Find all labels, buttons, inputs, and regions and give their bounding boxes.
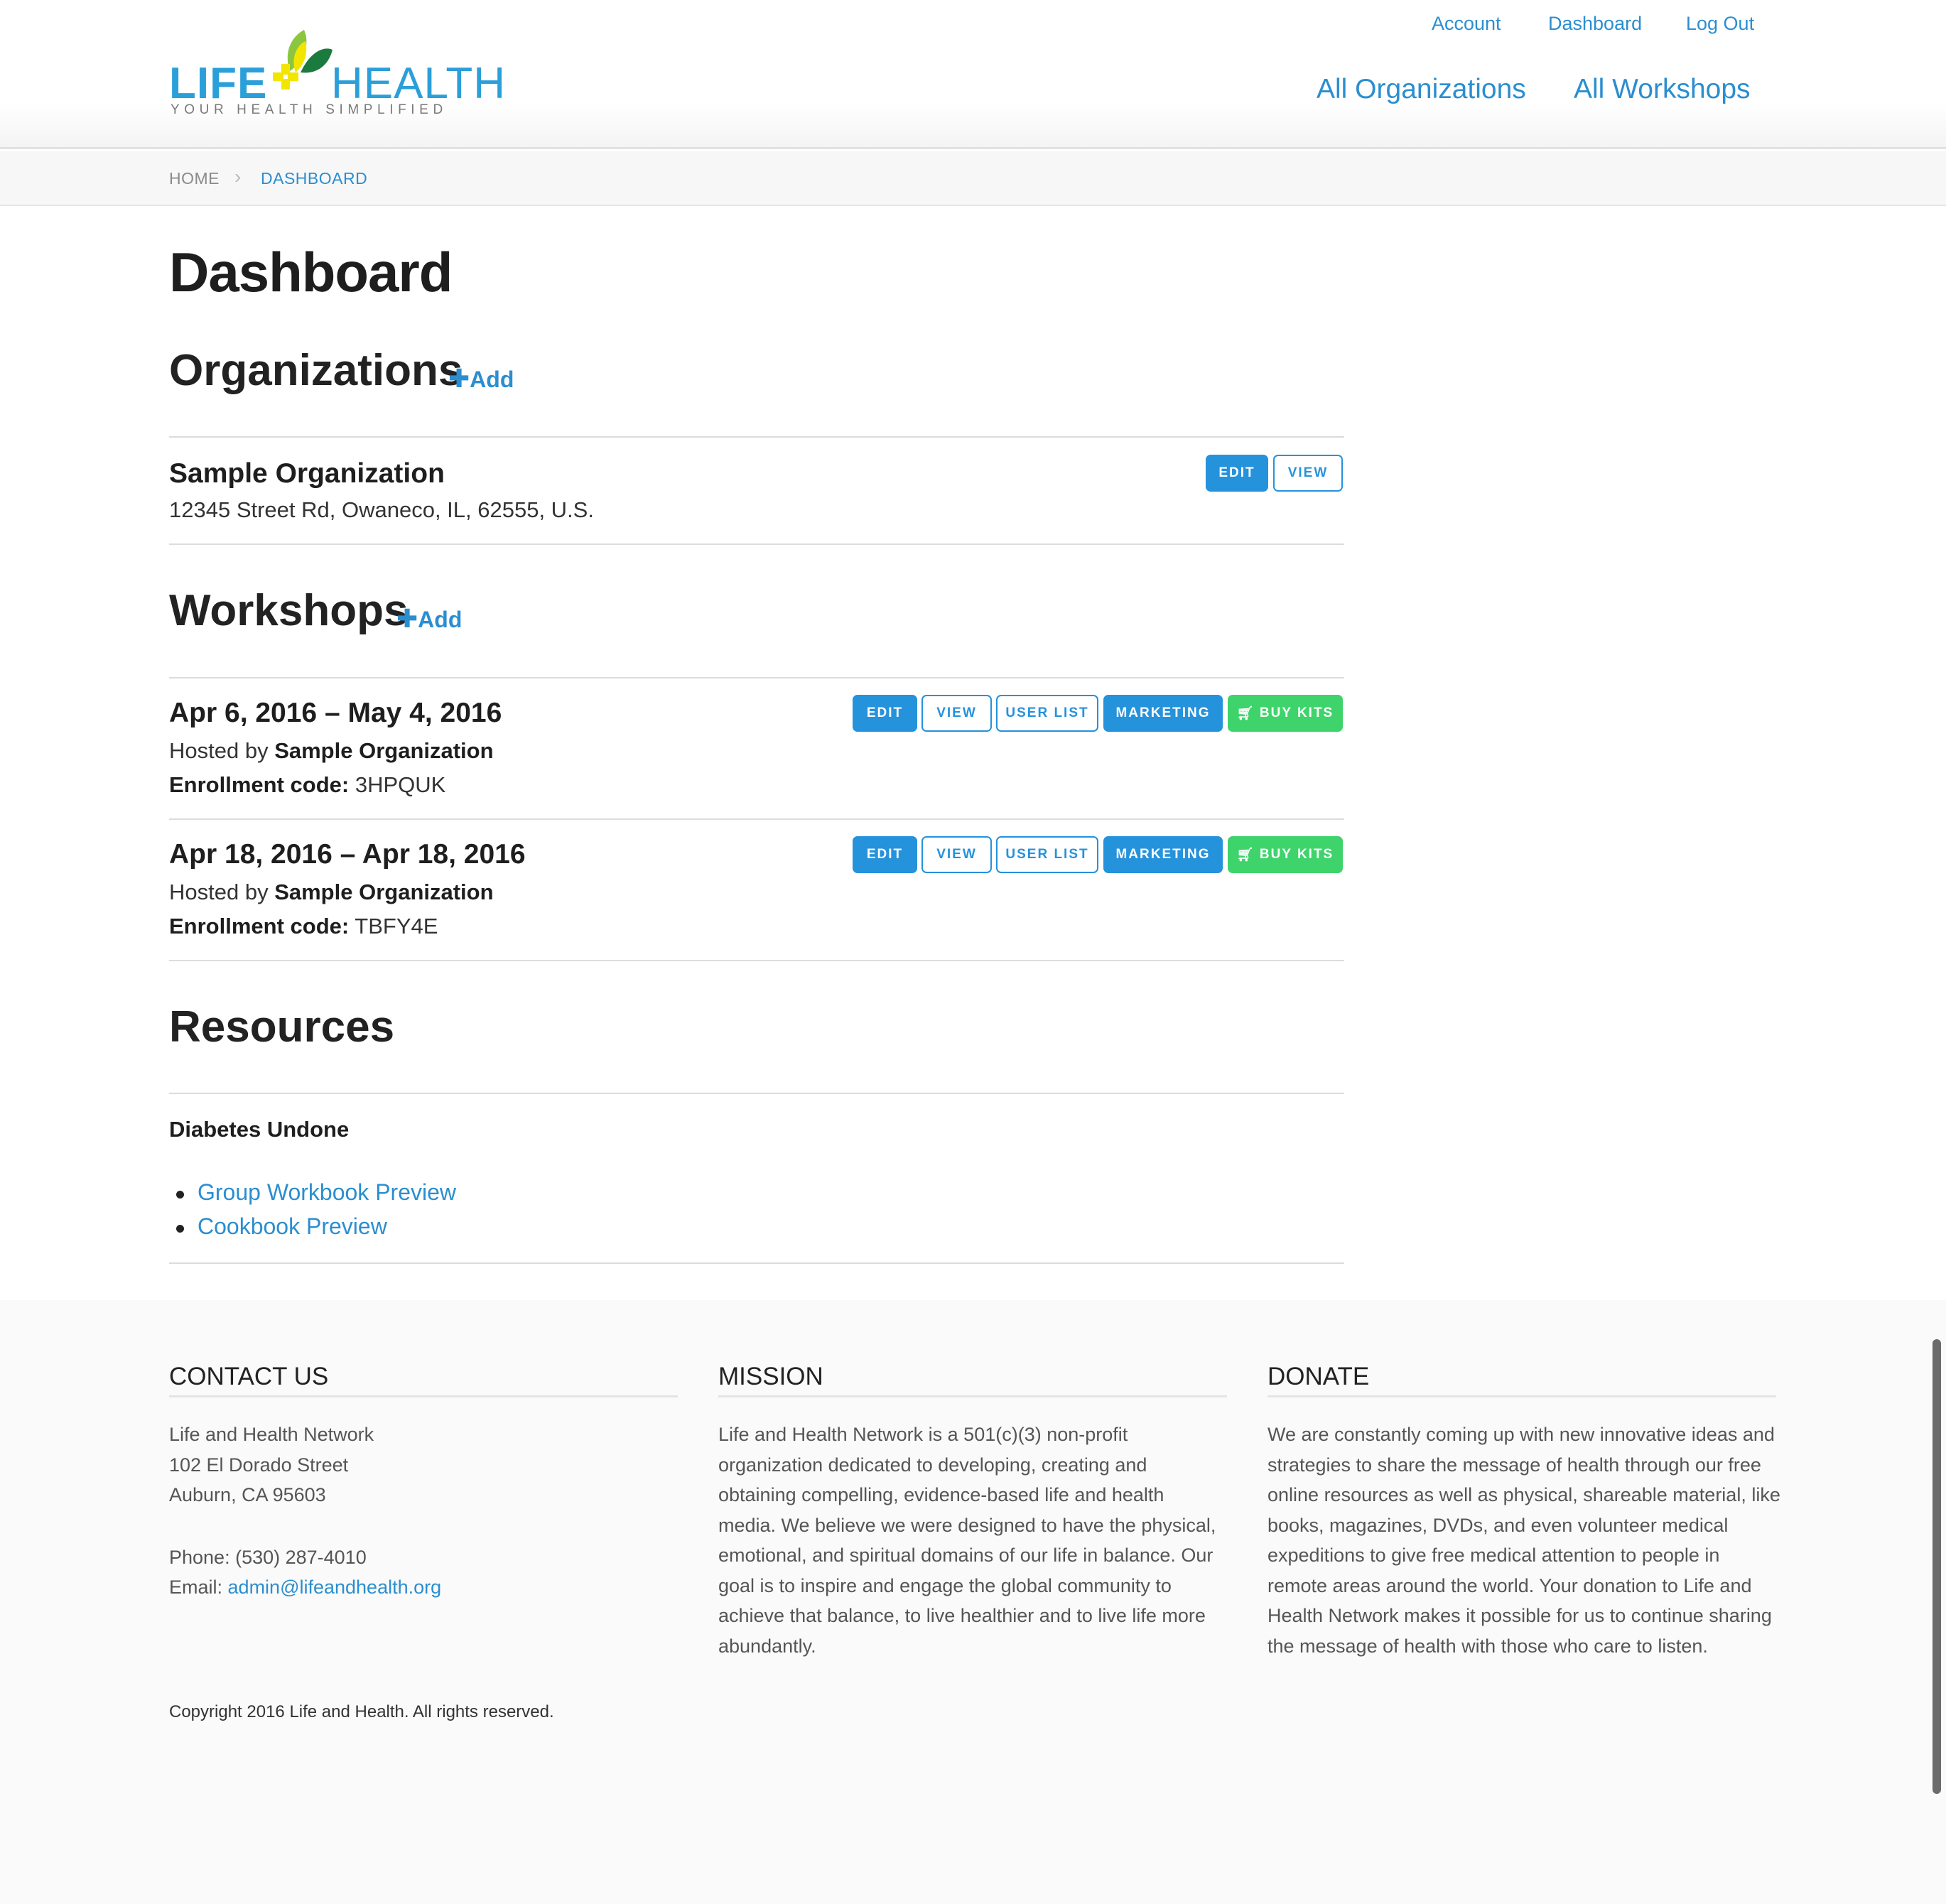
enrollment-code-label: Enrollment code: xyxy=(169,914,350,939)
contact-email-row: Email: admin@lifeandhealth.org xyxy=(169,1572,681,1603)
hosted-by-label: Hosted by xyxy=(169,738,269,763)
buy-kits-label: BUY KITS xyxy=(1259,705,1334,720)
add-organization-label: Add xyxy=(470,367,514,392)
resources-heading: Resources xyxy=(169,1002,395,1051)
site-header: LIFE HEALTH YOUR HEALTH SIMPLIFIED Accou… xyxy=(0,0,1946,149)
workshop-view-button[interactable]: VIEW xyxy=(921,836,992,873)
organization-name: Sample Organization xyxy=(169,458,445,489)
logo-tagline: YOUR HEALTH SIMPLIFIED xyxy=(171,102,448,117)
page-title: Dashboard xyxy=(169,241,453,303)
contact-email-label: Email: xyxy=(169,1576,223,1598)
workshop-user-list-button[interactable]: USER LIST xyxy=(996,836,1098,873)
bullet xyxy=(176,1191,184,1199)
workshop-host: Hosted by Sample Organization xyxy=(169,880,494,905)
enrollment-code-label: Enrollment code: xyxy=(169,772,350,797)
nav-account-link[interactable]: Account xyxy=(1432,13,1501,35)
organization-address: 12345 Street Rd, Owaneco, IL, 62555, U.S… xyxy=(169,497,594,522)
breadcrumb: HOME › DASHBOARD xyxy=(0,151,1946,206)
breadcrumb-home-link[interactable]: HOME xyxy=(169,169,220,188)
contact-street: 102 El Dorado Street xyxy=(169,1454,349,1476)
logo-leaf-cross-icon xyxy=(273,30,333,90)
divider xyxy=(1267,1395,1776,1397)
divider xyxy=(169,1262,1344,1264)
divider xyxy=(169,436,1344,438)
organization-edit-button[interactable]: EDIT xyxy=(1206,455,1268,492)
workshop-user-list-button[interactable]: USER LIST xyxy=(996,695,1098,732)
workshop-marketing-button[interactable]: MARKETING xyxy=(1103,836,1223,873)
logo-life-text: LIFE xyxy=(169,59,268,108)
footer-donate-heading: DONATE xyxy=(1267,1363,1370,1390)
divider xyxy=(169,1093,1344,1094)
workshop-buy-kits-button[interactable]: 🛒︎ BUY KITS xyxy=(1228,836,1343,873)
nav-all-organizations-link[interactable]: All Organizations xyxy=(1317,74,1526,105)
site-footer: CONTACT US Life and Health Network 102 E… xyxy=(0,1300,1946,1904)
buy-kits-label: BUY KITS xyxy=(1259,847,1334,862)
workshop-edit-button[interactable]: EDIT xyxy=(853,695,917,732)
add-workshop-label: Add xyxy=(418,607,463,632)
contact-email-link[interactable]: admin@lifeandhealth.org xyxy=(228,1576,442,1598)
bullet xyxy=(176,1225,184,1233)
workshop-enrollment: Enrollment code: 3HPQUK xyxy=(169,772,445,798)
nav-logout-link[interactable]: Log Out xyxy=(1686,13,1754,35)
nav-dashboard-link[interactable]: Dashboard xyxy=(1548,13,1642,35)
footer-contact-heading: CONTACT US xyxy=(169,1363,329,1390)
contact-org: Life and Health Network xyxy=(169,1424,374,1445)
workshop-dates: Apr 6, 2016 – May 4, 2016 xyxy=(169,698,502,728)
divider xyxy=(718,1395,1227,1397)
organization-view-button[interactable]: VIEW xyxy=(1273,455,1343,492)
add-organization-link[interactable]: ✚Add xyxy=(448,364,514,394)
workshop-dates: Apr 18, 2016 – Apr 18, 2016 xyxy=(169,839,526,870)
cookbook-preview-link[interactable]: Cookbook Preview xyxy=(198,1213,387,1240)
organizations-heading: Organizations xyxy=(169,346,463,395)
group-workbook-preview-link[interactable]: Group Workbook Preview xyxy=(198,1179,456,1206)
divider xyxy=(169,818,1344,820)
workshop-edit-button[interactable]: EDIT xyxy=(853,836,917,873)
footer-mission-text: Life and Health Network is a 501(c)(3) n… xyxy=(718,1424,1216,1657)
scrollbar[interactable] xyxy=(1933,1339,1941,1794)
contact-phone: Phone: (530) 287-4010 xyxy=(169,1546,367,1568)
cart-icon: 🛒︎ xyxy=(1236,706,1255,721)
breadcrumb-current: DASHBOARD xyxy=(261,169,368,188)
resource-group-title: Diabetes Undone xyxy=(169,1117,350,1142)
site-logo[interactable]: LIFE HEALTH YOUR HEALTH SIMPLIFIED xyxy=(169,28,505,121)
divider xyxy=(169,677,1344,678)
divider xyxy=(169,543,1344,545)
workshop-buy-kits-button[interactable]: 🛒︎ BUY KITS xyxy=(1228,695,1343,732)
divider xyxy=(169,960,1344,961)
nav-all-workshops-link[interactable]: All Workshops xyxy=(1574,74,1751,105)
workshop-enrollment: Enrollment code: TBFY4E xyxy=(169,914,438,939)
contact-city: Auburn, CA 95603 xyxy=(169,1484,326,1505)
copyright: Copyright 2016 Life and Health. All righ… xyxy=(169,1702,554,1721)
enrollment-code: TBFY4E xyxy=(355,914,438,939)
hosted-by-label: Hosted by xyxy=(169,880,269,904)
workshop-host-name: Sample Organization xyxy=(274,880,494,904)
add-workshop-link[interactable]: ✚Add xyxy=(396,604,462,634)
workshops-heading: Workshops xyxy=(169,586,409,635)
footer-mission-heading: MISSION xyxy=(718,1363,823,1390)
workshop-host: Hosted by Sample Organization xyxy=(169,738,494,764)
chevron-right-icon: › xyxy=(234,166,242,188)
footer-contact-body: Life and Health Network 102 El Dorado St… xyxy=(169,1419,681,1603)
plus-icon: ✚ xyxy=(448,364,470,393)
enrollment-code: 3HPQUK xyxy=(355,772,446,797)
logo-health-text: HEALTH xyxy=(331,59,507,108)
workshop-marketing-button[interactable]: MARKETING xyxy=(1103,695,1223,732)
footer-donate-text: We are constantly coming up with new inn… xyxy=(1267,1424,1780,1657)
plus-icon: ✚ xyxy=(396,604,418,633)
divider xyxy=(169,1395,678,1397)
workshop-view-button[interactable]: VIEW xyxy=(921,695,992,732)
cart-icon: 🛒︎ xyxy=(1236,848,1255,862)
workshop-host-name: Sample Organization xyxy=(274,738,494,763)
